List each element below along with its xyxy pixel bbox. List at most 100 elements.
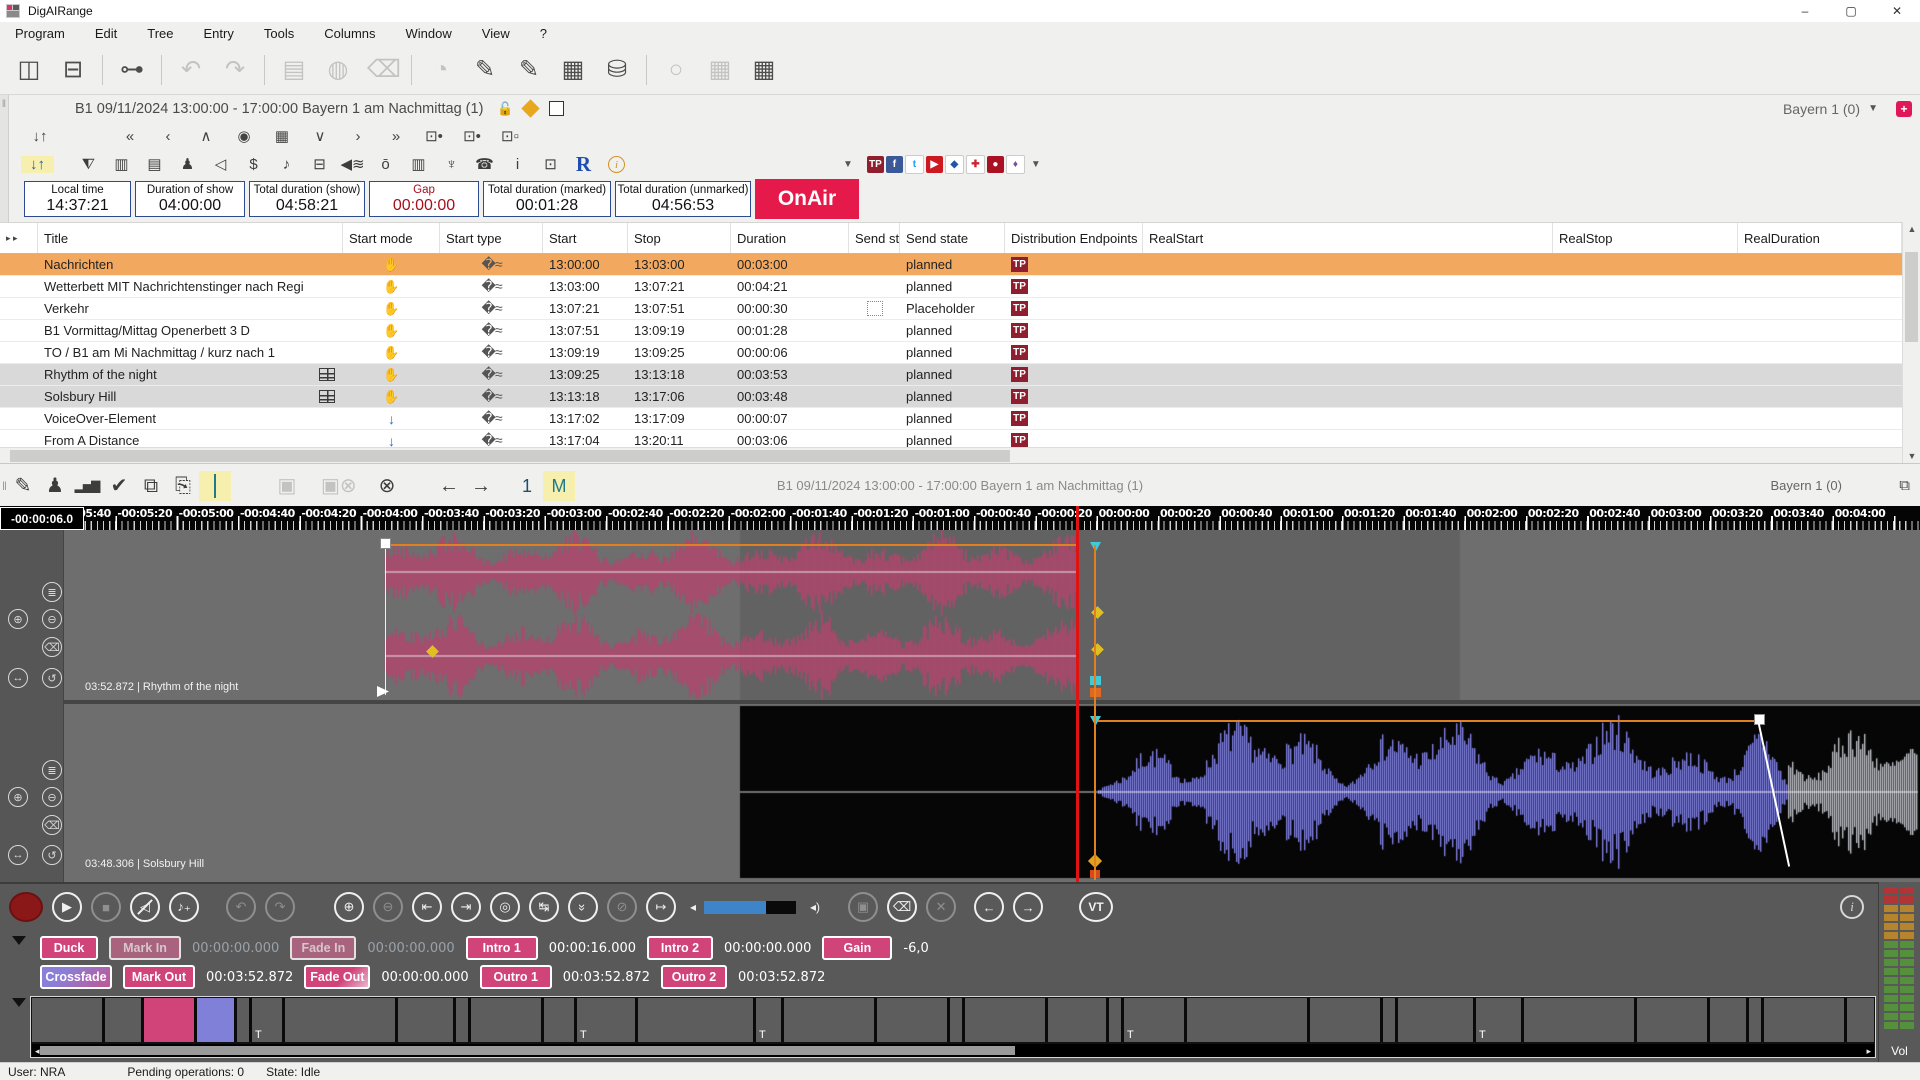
onair-button[interactable]: OnAir: [755, 179, 859, 219]
overview-segment[interactable]: T: [756, 998, 781, 1042]
envelope-handle-track1[interactable]: [380, 538, 391, 549]
play-button[interactable]: ▶: [52, 892, 82, 922]
zoom-track-in-icon-2[interactable]: ⊕: [8, 787, 28, 807]
overview-highlight-segment[interactable]: [144, 998, 194, 1042]
dollar-icon[interactable]: $: [237, 156, 270, 173]
menu-item-columns[interactable]: Columns: [309, 26, 390, 41]
reset-track-icon-2[interactable]: ↺: [42, 845, 62, 865]
double-check-icon[interactable]: ✔: [103, 471, 135, 501]
overview-segment[interactable]: [1187, 998, 1307, 1042]
chevron-down-icon[interactable]: ∨: [301, 127, 339, 145]
overview-segment[interactable]: [1383, 998, 1395, 1042]
split-horizontal-icon[interactable]: ⊟: [58, 55, 88, 85]
endpoint-tp-icon[interactable]: TP: [867, 156, 884, 173]
overview-segment[interactable]: [1310, 998, 1380, 1042]
swap-icon-2[interactable]: ↔: [8, 845, 28, 865]
paste-icon[interactable]: ⎘: [167, 471, 199, 501]
intro-2-button[interactable]: Intro 2: [647, 936, 713, 960]
volume-slider[interactable]: [704, 901, 796, 914]
calendar-icon[interactable]: ▦: [263, 127, 301, 145]
column-header-distribution-endpoints[interactable]: Distribution Endpoints: [1005, 223, 1143, 253]
duck-button[interactable]: Duck: [40, 936, 98, 960]
speaker-icon[interactable]: ◀≋: [336, 155, 369, 173]
reset-track-icon[interactable]: ↺: [42, 668, 62, 688]
menu-item-edit[interactable]: Edit: [80, 26, 132, 41]
menu-item-window[interactable]: Window: [391, 26, 467, 41]
delete-track-icon-2[interactable]: ⌫: [42, 815, 62, 835]
overview-scroll-thumb[interactable]: [40, 1046, 1015, 1055]
timeline-ruler[interactable]: -00:05:40-00:05:20-00:05:00-00:04:40-00:…: [0, 506, 1920, 530]
circle-info-icon[interactable]: i: [600, 155, 633, 174]
expand-icon[interactable]: ⧉: [1899, 477, 1910, 494]
overview-segment[interactable]: [784, 998, 874, 1042]
overview-caret-icon[interactable]: [12, 998, 26, 1007]
overview-segment[interactable]: [398, 998, 453, 1042]
goto-entry-icon[interactable]: ⊡▫: [491, 127, 529, 145]
swap-icon[interactable]: ↔: [8, 668, 28, 688]
column-header-send-state[interactable]: Send state: [900, 223, 1005, 253]
monitor-icon[interactable]: ⊟: [303, 155, 336, 173]
endpoint-dropdown-icon[interactable]: ▼: [843, 159, 853, 170]
person-icon[interactable]: ♟: [39, 471, 71, 501]
menu-item-entry[interactable]: Entry: [189, 26, 249, 41]
music-note-icon[interactable]: ♪: [270, 156, 303, 173]
phone-icon[interactable]: ☎: [468, 155, 501, 173]
column-header-arrows[interactable]: ▸ ▸: [0, 223, 38, 253]
table-row[interactable]: Verkehr✋�≈13:07:2113:07:5100:00:30Placeh…: [0, 298, 1902, 320]
goto-marker-icon[interactable]: ⊡•: [415, 127, 453, 145]
overview-segment[interactable]: [105, 998, 141, 1042]
menu-item-view[interactable]: View: [467, 26, 525, 41]
outro-1-button[interactable]: Outro 1: [480, 965, 552, 989]
endpoint-more-icon[interactable]: ▼: [1031, 159, 1041, 170]
overview-segment[interactable]: [544, 998, 574, 1042]
vt-button[interactable]: VT: [1079, 892, 1113, 922]
column-header-realduration[interactable]: RealDuration: [1738, 223, 1902, 253]
mix-icon-2[interactable]: ≣: [42, 760, 62, 780]
trash-circle-icon[interactable]: ⌫: [887, 892, 917, 922]
column-header-stop[interactable]: Stop: [628, 223, 731, 253]
menu-item-[interactable]: ?: [525, 26, 562, 41]
intro-1-button[interactable]: Intro 1: [466, 936, 538, 960]
column-header-start[interactable]: Start: [543, 223, 628, 253]
route-out-button[interactable]: ↦: [646, 892, 676, 922]
overview-segment[interactable]: [471, 998, 541, 1042]
go-end-button[interactable]: ⇥: [451, 892, 481, 922]
region-r-icon[interactable]: R: [567, 152, 600, 177]
overview-segment[interactable]: [456, 998, 468, 1042]
copy-icon[interactable]: ⧉: [135, 471, 167, 501]
mark-line[interactable]: [1094, 545, 1096, 880]
table-row[interactable]: TO / B1 am Mi Nachmittag / kurz nach 1✋�…: [0, 342, 1902, 364]
recorder-icon[interactable]: ō: [369, 156, 402, 173]
menu-item-tree[interactable]: Tree: [132, 26, 188, 41]
column-header-send-state[interactable]: Send state: [849, 223, 900, 253]
mark-out-button[interactable]: Mark Out: [123, 965, 195, 989]
endpoint-twitter-icon[interactable]: t: [905, 155, 924, 174]
db-search-icon[interactable]: ⛁: [602, 55, 632, 85]
endpoint-icon-8[interactable]: ♦: [1006, 155, 1025, 174]
chevrons-down-button[interactable]: »: [568, 892, 598, 922]
fade-envelope-track1[interactable]: [385, 544, 1076, 546]
speaker-icon[interactable]: ◂): [810, 900, 820, 914]
endpoint-icon-7[interactable]: ●: [987, 156, 1004, 173]
mix-icon[interactable]: ≣: [42, 582, 62, 602]
zoom-selection-button[interactable]: ↹: [529, 892, 559, 922]
scroll-up-icon[interactable]: ▲: [1903, 224, 1920, 234]
filter-funnel-icon[interactable]: ⧨: [72, 156, 105, 173]
zoom-in-button[interactable]: ⊕: [334, 892, 364, 922]
fade-out-button[interactable]: Fade Out: [304, 965, 370, 989]
overview-segment[interactable]: [1048, 998, 1106, 1042]
info-circle-icon[interactable]: i: [1840, 895, 1864, 919]
overview-segment[interactable]: T: [1476, 998, 1521, 1042]
delete-track-icon[interactable]: ⌫: [42, 637, 62, 657]
go-up-icon[interactable]: ∧: [187, 127, 225, 145]
zoom-track-in-icon[interactable]: ⊕: [8, 609, 28, 629]
add-note-button[interactable]: ♪₊: [169, 892, 199, 922]
table-vertical-scrollbar[interactable]: ▲ ▼: [1902, 222, 1920, 463]
overview-scrollbar[interactable]: ◂ ▸: [32, 1044, 1874, 1057]
arrow-left-icon[interactable]: ←: [433, 471, 465, 501]
overview-segment[interactable]: [950, 998, 962, 1042]
table-row[interactable]: Wetterbett MIT Nachrichtenstinger nach R…: [0, 276, 1902, 298]
zoom-marker-button[interactable]: ◎: [490, 892, 520, 922]
endpoint-icon-5[interactable]: ◆: [945, 155, 964, 174]
overview-segment[interactable]: [1710, 998, 1746, 1042]
